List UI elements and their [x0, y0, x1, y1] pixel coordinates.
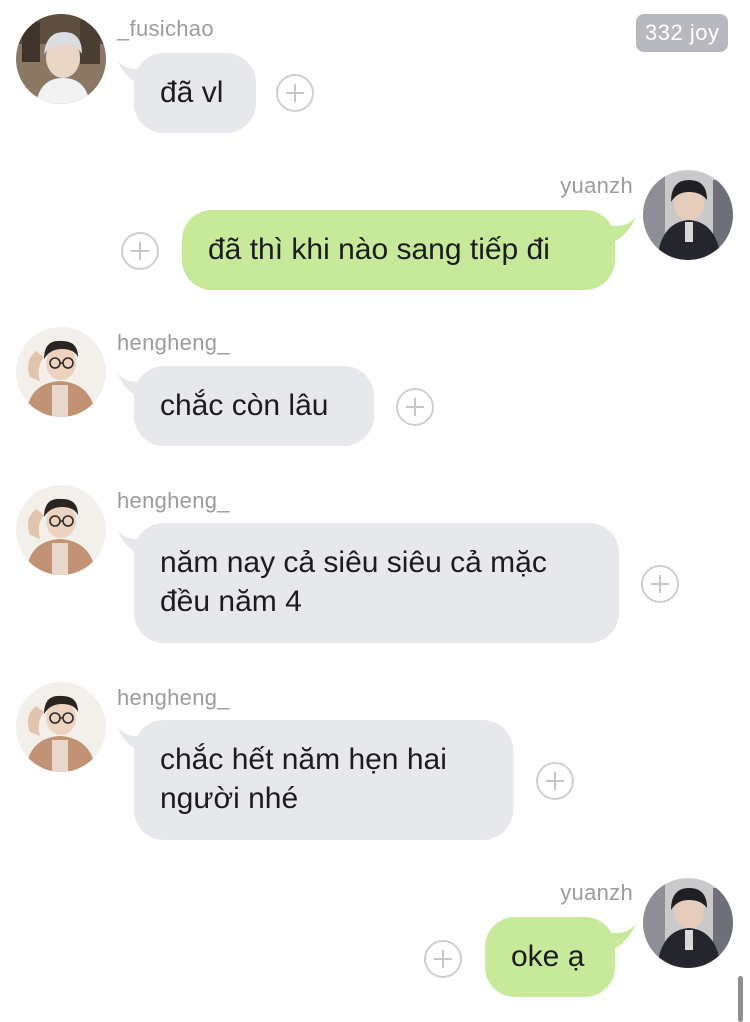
message-bubble[interactable]: chắc hết năm hẹn hai người nhé	[134, 720, 513, 840]
message-text: đã vl	[160, 76, 224, 109]
sender-name: hengheng_	[117, 330, 230, 355]
plus-circle-icon[interactable]	[121, 232, 159, 270]
scrollbar[interactable]	[738, 976, 743, 1022]
avatar[interactable]	[16, 327, 106, 417]
message-text: đã thì khi nào sang tiếp đi	[208, 233, 550, 266]
sender-name: _fusichao	[117, 16, 214, 41]
message-text-line: đều năm 4	[160, 585, 302, 618]
message-bubble[interactable]: chắc còn lâu	[134, 366, 374, 446]
sender-name: yuanzh	[560, 173, 633, 198]
sender-name: yuanzh	[560, 880, 633, 905]
message-text: chắc còn lâu	[160, 389, 329, 422]
message-text: oke ạ	[511, 940, 585, 973]
avatar[interactable]	[16, 14, 106, 104]
plus-circle-icon[interactable]	[276, 74, 314, 112]
sender-name: hengheng_	[117, 685, 230, 710]
message-text-line: chắc hết năm hẹn hai	[160, 743, 447, 776]
message-text-line: người nhé	[160, 782, 299, 815]
avatar[interactable]	[643, 878, 733, 968]
plus-circle-icon[interactable]	[396, 388, 434, 426]
chat-screen: 332 joy _fusichao đã vl yuanzh đã thì kh…	[0, 0, 750, 1022]
avatar[interactable]	[16, 682, 106, 772]
message-bubble[interactable]: đã vl	[134, 53, 256, 133]
plus-circle-icon[interactable]	[641, 565, 679, 603]
message-bubble[interactable]: năm nay cả siêu siêu cả mặc đều năm 4	[134, 523, 619, 643]
sender-name: hengheng_	[117, 488, 230, 513]
avatar[interactable]	[643, 170, 733, 260]
message-bubble[interactable]: oke ạ	[485, 917, 615, 997]
message-text-line: năm nay cả siêu siêu cả mặc	[160, 546, 547, 579]
avatar[interactable]	[16, 485, 106, 575]
plus-circle-icon[interactable]	[536, 762, 574, 800]
message-bubble[interactable]: đã thì khi nào sang tiếp đi	[182, 210, 615, 290]
joy-counter-badge[interactable]: 332 joy	[636, 14, 729, 52]
plus-circle-icon[interactable]	[424, 940, 462, 978]
